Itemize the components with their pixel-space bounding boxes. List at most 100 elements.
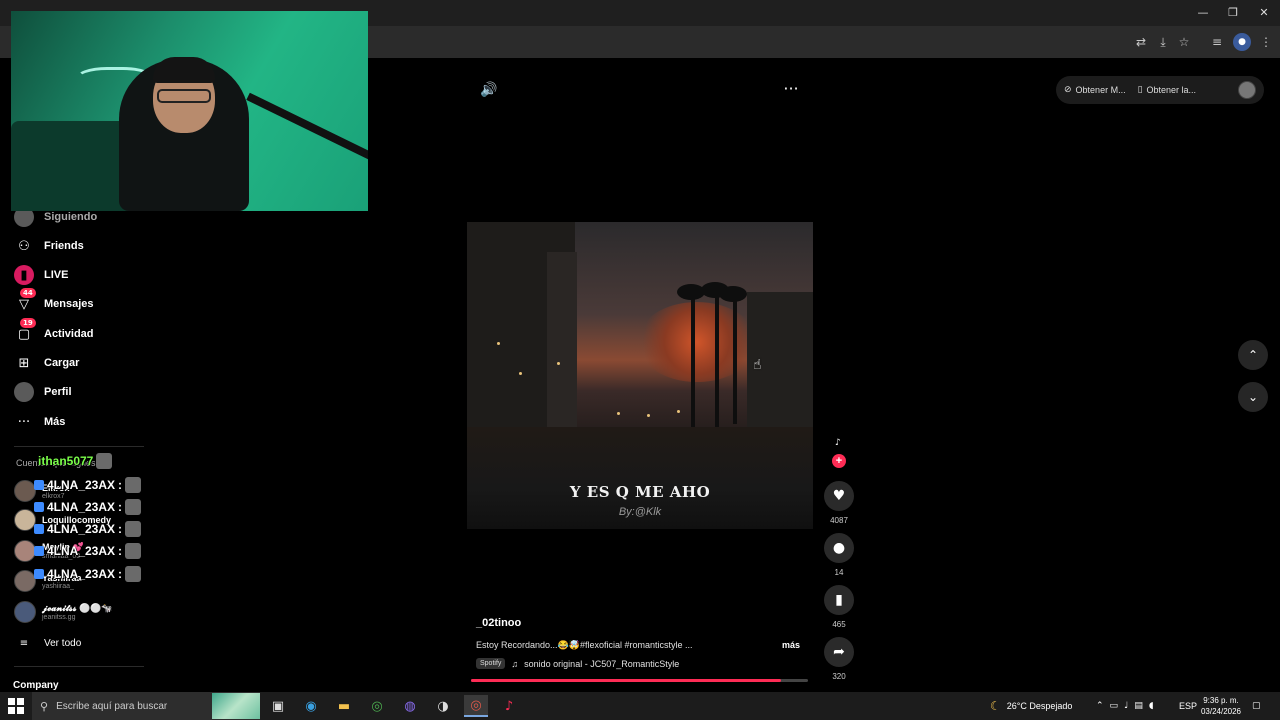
get-app-label: Obtener la... bbox=[1146, 85, 1197, 95]
bookmark-icon: ▮ bbox=[824, 585, 854, 615]
street-light bbox=[647, 414, 650, 417]
sidebar-item-profile[interactable]: Perfil bbox=[14, 380, 72, 404]
sidebar-item-more[interactable]: ··· Más bbox=[14, 410, 66, 434]
taskbar-clock[interactable]: 9:36 p. m. 03/24/2026 bbox=[1196, 695, 1246, 717]
volume-icon[interactable]: 🔊 bbox=[480, 81, 498, 99]
chat-badge-icon bbox=[34, 546, 44, 556]
clock-date: 03/24/2026 bbox=[1200, 707, 1242, 716]
notifications-icon[interactable]: ▢ bbox=[1252, 692, 1261, 720]
follow-button[interactable]: + bbox=[832, 454, 846, 468]
window-light bbox=[497, 342, 500, 345]
hand-cursor-icon: ☝ bbox=[753, 357, 762, 373]
sidebar-item-friends[interactable]: ⚇ Friends bbox=[14, 234, 84, 258]
minimize-button[interactable]: — bbox=[1188, 4, 1218, 22]
account-item[interactable]: 𝓳𝓮𝓪𝓷𝓲𝓽𝓼𝓼 ⚪⚪🐄 jeanitss.gg bbox=[14, 599, 113, 625]
more-icon: ··· bbox=[17, 414, 31, 430]
video-progress-bar[interactable] bbox=[471, 679, 808, 682]
tiktok-icon[interactable]: ♪ bbox=[497, 695, 521, 717]
chevron-up-icon[interactable]: ⌃ bbox=[1096, 701, 1104, 711]
share-button[interactable]: ➦ 320 bbox=[824, 637, 854, 681]
save-button[interactable]: ▮ 465 bbox=[824, 585, 854, 629]
task-view-icon[interactable]: ▣ bbox=[266, 695, 290, 717]
network-icon[interactable]: ▤ bbox=[1134, 701, 1143, 711]
obs-icon[interactable]: ◑ bbox=[431, 695, 455, 717]
video-credit: By:@Klk bbox=[618, 506, 662, 518]
chat-avatar bbox=[125, 521, 142, 537]
see-all-link[interactable]: ≡ Ver todo bbox=[14, 631, 81, 655]
music-icon: ♫ bbox=[511, 658, 519, 669]
street-light bbox=[617, 412, 620, 415]
chat-user: 4LNA_23AX bbox=[47, 522, 116, 536]
install-icon[interactable]: ⤓ bbox=[1154, 33, 1172, 51]
avatar bbox=[14, 480, 36, 502]
chat-badge-icon bbox=[34, 480, 44, 490]
get-coins-label: Obtener M... bbox=[1075, 85, 1126, 95]
windows-taskbar: ⚲ Escribe aquí para buscar ▣ ◉ ▬ ◎ ◍ ◑ ◎… bbox=[0, 692, 1280, 720]
translate-icon[interactable]: ⇄ bbox=[1132, 33, 1150, 51]
video-username[interactable]: _02tinoo bbox=[476, 617, 521, 629]
clock-time: 9:36 p. m. bbox=[1203, 696, 1239, 705]
star-icon[interactable]: ☆ bbox=[1175, 33, 1193, 51]
spotify-tag[interactable]: Spotify bbox=[476, 658, 506, 669]
more-options-icon[interactable]: ··· bbox=[781, 80, 801, 98]
file-explorer-icon[interactable]: ▬ bbox=[332, 695, 356, 717]
close-window-button[interactable]: ✕ bbox=[1249, 4, 1279, 22]
restore-button[interactable]: ❐ bbox=[1218, 4, 1248, 22]
video-description: Estoy Recordando...😂🤯#flexoficial #roman… bbox=[476, 640, 693, 650]
taskbar-search[interactable]: ⚲ Escribe aquí para buscar bbox=[32, 692, 260, 720]
comment-icon: ● bbox=[824, 533, 854, 563]
sidebar-item-messages[interactable]: ▽ 44 Mensajes bbox=[14, 288, 94, 316]
sidebar-item-live[interactable]: ▮ LIVE bbox=[14, 263, 68, 287]
chat-message: 4LNA_23AX: bbox=[34, 477, 142, 493]
microphone-arm bbox=[246, 92, 368, 162]
chat-text: : bbox=[118, 567, 123, 581]
chat-avatar bbox=[96, 453, 113, 469]
activity-badge: 19 bbox=[20, 318, 36, 328]
next-video-button[interactable]: ⌄ bbox=[1238, 382, 1268, 412]
chat-message: ithan5077 bbox=[38, 453, 113, 469]
chrome-active-icon[interactable]: ◎ bbox=[464, 695, 488, 717]
chat-message: 4LNA_23AX: bbox=[34, 566, 142, 582]
phone-icon: ▯ bbox=[1137, 85, 1143, 95]
streamer-glasses bbox=[157, 89, 211, 103]
media-icon[interactable]: ≡ bbox=[1208, 33, 1226, 51]
more-description-link[interactable]: más bbox=[782, 640, 800, 650]
battery-icon[interactable]: ▭ bbox=[1110, 701, 1119, 711]
palm-tree bbox=[715, 290, 719, 430]
windows-start-icon[interactable] bbox=[8, 698, 24, 714]
chat-badge-icon bbox=[34, 524, 44, 534]
get-coins-button[interactable]: ⊘ Obtener M... bbox=[1064, 85, 1126, 95]
sidebar-item-activity[interactable]: ▢ 19 Actividad bbox=[14, 318, 94, 346]
mic-icon[interactable]: ♩ bbox=[1124, 701, 1128, 711]
speaker-icon[interactable]: ◖ bbox=[1149, 701, 1154, 711]
see-all-label: Ver todo bbox=[44, 637, 82, 649]
chat-message: 4LNA_23AX: bbox=[34, 543, 142, 559]
menu-icon[interactable]: ⋮ bbox=[1257, 33, 1275, 51]
sidebar-item-label: LIVE bbox=[44, 269, 69, 281]
edge-icon[interactable]: ◉ bbox=[299, 695, 323, 717]
like-button[interactable]: ♥ 4087 bbox=[824, 481, 854, 525]
window-light bbox=[519, 372, 522, 375]
profile-icon[interactable]: ● bbox=[1233, 33, 1251, 51]
friends-icon: ⚇ bbox=[18, 238, 30, 254]
sidebar-item-upload[interactable]: ⊞ Cargar bbox=[14, 351, 80, 375]
window-light bbox=[557, 362, 560, 365]
discord-icon[interactable]: ◍ bbox=[398, 695, 422, 717]
sidebar-item-label: Mensajes bbox=[44, 298, 94, 310]
comment-button[interactable]: ● 14 bbox=[824, 533, 854, 577]
like-count: 4087 bbox=[830, 516, 848, 525]
chat-badge-icon bbox=[34, 569, 44, 579]
moon-icon: ☾ bbox=[990, 699, 1001, 713]
user-avatar[interactable] bbox=[1238, 81, 1256, 99]
previous-video-button[interactable]: ⌃ bbox=[1238, 340, 1268, 370]
get-app-button[interactable]: ▯ Obtener la... bbox=[1138, 85, 1196, 95]
system-tray: ⌃ ▭ ♩ ▤ ◖ bbox=[1096, 692, 1154, 720]
language-indicator[interactable]: ESP bbox=[1179, 692, 1197, 720]
chrome-icon[interactable]: ◎ bbox=[365, 695, 389, 717]
address-bar[interactable] bbox=[370, 30, 1160, 54]
weather-widget[interactable]: ☾ 26°C Despejado bbox=[990, 692, 1072, 720]
video-player[interactable]: Y ES Q ME AHO By:@Klk bbox=[467, 222, 813, 529]
company-link[interactable]: Company bbox=[13, 680, 59, 691]
sound-row[interactable]: Spotify ♫ sonido original - JC507_Romant… bbox=[476, 658, 679, 669]
list-icon: ≡ bbox=[19, 637, 29, 649]
